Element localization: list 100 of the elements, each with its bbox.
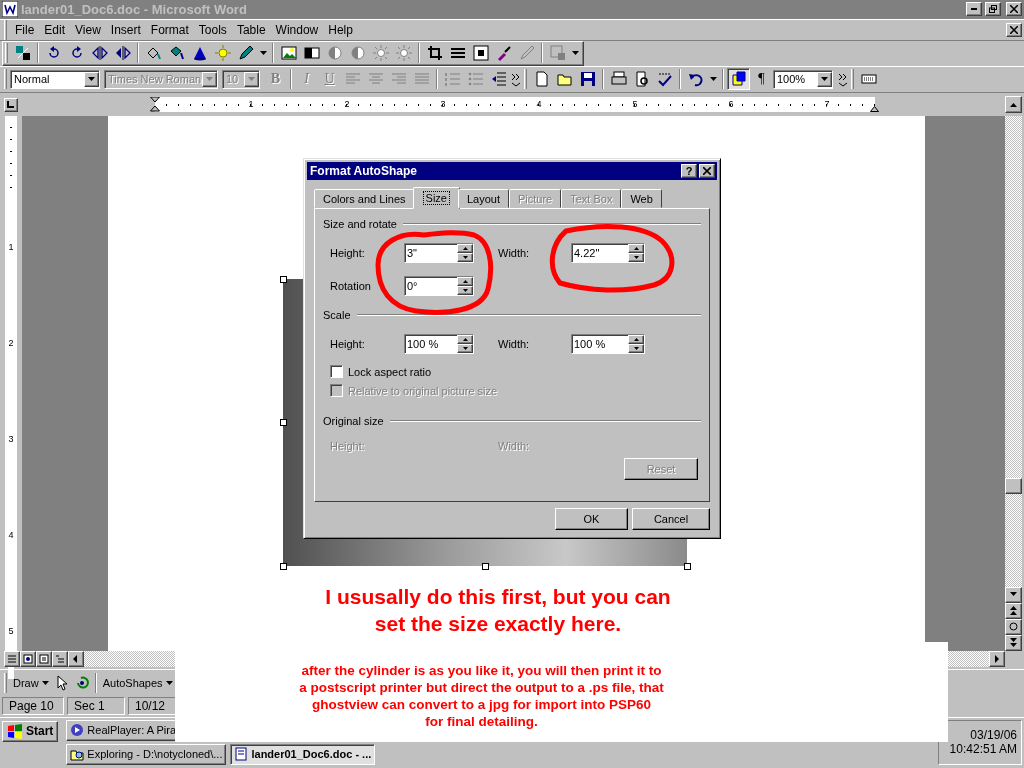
down-arrow-icon[interactable] (462, 347, 468, 350)
fill-bucket-icon[interactable] (145, 45, 162, 62)
spell-check-icon[interactable] (656, 71, 673, 88)
resize-handle[interactable] (280, 275, 287, 283)
width-field[interactable]: 4.22" (571, 243, 645, 263)
paint-bucket-icon[interactable] (168, 45, 185, 62)
dropdown-arrow-icon[interactable] (88, 77, 95, 82)
close-document-button[interactable] (1006, 22, 1022, 37)
resize-handle[interactable] (482, 562, 489, 570)
up-arrow-icon[interactable] (1010, 102, 1017, 107)
spin-down-button[interactable] (628, 344, 644, 353)
crop-icon[interactable] (426, 45, 443, 62)
cone-icon[interactable] (191, 45, 208, 62)
spin-down-button[interactable] (457, 286, 473, 295)
contrast-icon[interactable] (326, 45, 343, 62)
new-document-icon[interactable] (533, 71, 550, 88)
caret-icon[interactable] (259, 51, 267, 56)
spin-up-button[interactable] (457, 244, 473, 253)
spin-down-button[interactable] (628, 253, 644, 262)
taskbar-button[interactable]: lander01_Doc6.doc - ... (230, 743, 376, 765)
checkbox[interactable] (330, 365, 343, 378)
spin-up-button[interactable] (457, 277, 473, 286)
menu-item[interactable]: Table (231, 21, 271, 38)
circle-icon[interactable] (1009, 622, 1018, 632)
resize-handle[interactable] (280, 562, 287, 570)
checkbox-label[interactable]: Lock aspect ratio (348, 365, 432, 378)
help-button[interactable]: ? (681, 164, 697, 178)
windows-logo-icon[interactable] (7, 723, 23, 739)
print-preview-icon[interactable] (633, 71, 650, 88)
tab[interactable]: Layout (457, 189, 509, 208)
caret-icon[interactable] (709, 77, 717, 82)
resize-handle[interactable] (280, 419, 287, 427)
close-button[interactable] (1006, 2, 1022, 17)
tab-left-icon[interactable] (7, 101, 15, 108)
tab[interactable]: Colors and Lines (314, 189, 415, 208)
printer-icon[interactable] (610, 71, 627, 88)
more-buttons-icon[interactable] (838, 71, 848, 87)
spin-down-button[interactable] (457, 344, 473, 353)
spin-down-button[interactable] (457, 253, 473, 262)
close-button[interactable] (699, 164, 715, 178)
tab-stop-button[interactable] (4, 97, 18, 112)
menu-item[interactable]: Help (323, 21, 358, 38)
up-arrow-icon[interactable] (462, 338, 468, 341)
resize-handle[interactable] (684, 562, 691, 570)
dropdown-arrow-icon[interactable] (821, 77, 828, 82)
start-button[interactable]: Start (2, 720, 59, 742)
minimize-icon[interactable] (971, 8, 977, 11)
autoshapes-menu-button[interactable]: AutoShapes (99, 672, 176, 695)
scale-height-field[interactable]: 100 % (404, 334, 474, 354)
menu-item[interactable]: Format (145, 21, 194, 38)
restore-button[interactable] (985, 2, 1001, 17)
caret-icon[interactable] (165, 681, 173, 686)
brightness-icon[interactable] (372, 45, 389, 62)
up-arrow-icon[interactable] (633, 247, 639, 250)
restore-icon[interactable] (989, 5, 997, 14)
menu-item[interactable]: Edit (39, 21, 71, 38)
up-arrow-icon[interactable] (462, 247, 468, 250)
close-icon[interactable] (1010, 5, 1018, 14)
tab[interactable]: Web (621, 189, 662, 208)
more-buttons-icon[interactable] (511, 71, 521, 87)
picture-icon[interactable] (280, 45, 297, 62)
folder-icon[interactable] (556, 71, 573, 88)
text-wrap-icon[interactable] (472, 45, 489, 62)
paragraph-mark-button[interactable]: ¶ (750, 68, 773, 91)
rotation-field[interactable]: 0° (404, 276, 474, 296)
spin-up-button[interactable] (457, 335, 473, 344)
cancel-button[interactable]: Cancel (632, 508, 710, 530)
spin-up-button[interactable] (628, 244, 644, 253)
ok-button[interactable]: OK (555, 508, 628, 530)
up-arrow-icon[interactable] (462, 280, 468, 283)
menu-item[interactable]: Window (270, 21, 324, 38)
menu-item[interactable]: View (70, 21, 106, 38)
undo-icon[interactable] (687, 71, 704, 88)
taskbar-button[interactable]: Exploring - D:\notycloned\... (66, 743, 227, 765)
scale-width-field[interactable]: 100 % (571, 334, 645, 354)
double-up-arrow-icon[interactable] (1009, 606, 1018, 616)
down-arrow-icon[interactable] (462, 289, 468, 292)
menu-item[interactable]: Tools (193, 21, 232, 38)
down-arrow-icon[interactable] (462, 256, 468, 259)
height-field[interactable]: 3" (404, 243, 474, 263)
down-arrow-icon[interactable] (633, 347, 639, 350)
style-dropdown[interactable]: Normal (10, 69, 100, 89)
caret-icon[interactable] (571, 51, 579, 56)
minimize-button[interactable] (966, 2, 982, 17)
double-down-arrow-icon[interactable] (1009, 638, 1018, 648)
caret-icon[interactable] (41, 681, 49, 686)
up-arrow-icon[interactable] (633, 338, 639, 341)
brightness-icon[interactable] (395, 45, 412, 62)
tab[interactable]: Size (412, 187, 460, 209)
scroll-up-button[interactable] (1005, 96, 1022, 113)
down-arrow-icon[interactable] (633, 256, 639, 259)
flip-icon[interactable] (114, 45, 131, 62)
sparkle-icon[interactable] (214, 45, 231, 62)
menu-item[interactable]: File (10, 21, 40, 38)
scroll-thumb[interactable] (1005, 477, 1022, 494)
save-icon[interactable] (579, 71, 596, 88)
contrast-icon[interactable] (349, 45, 366, 62)
decrease-indent-icon[interactable] (490, 71, 507, 88)
zoom-dropdown[interactable]: 100% (773, 69, 833, 89)
pencil-icon[interactable] (237, 45, 254, 62)
